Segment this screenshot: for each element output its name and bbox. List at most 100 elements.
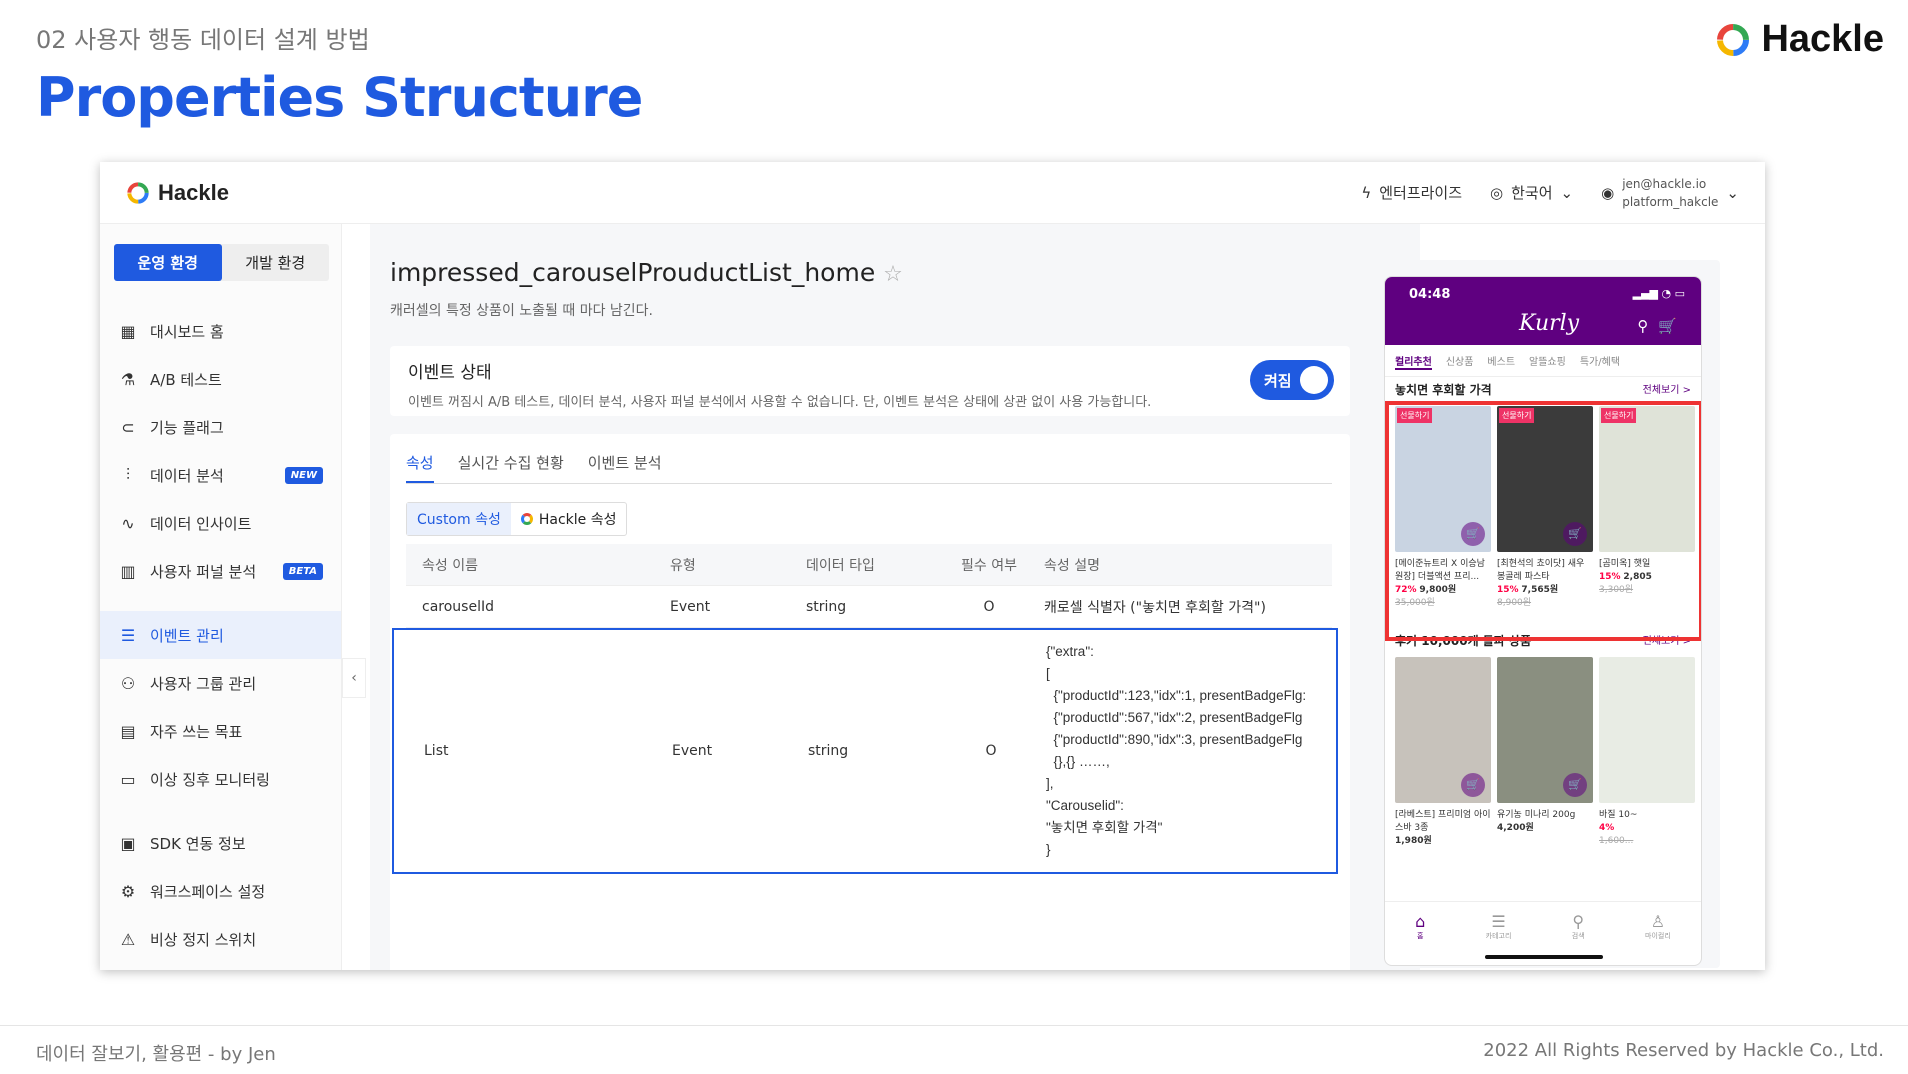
sidebar-item[interactable]: ☰ 이벤트 관리 — [100, 611, 341, 659]
sidebar-item-label: 사용자 그룹 관리 — [150, 674, 257, 693]
lightning-icon: ϟ — [1361, 183, 1372, 202]
sidebar-item-label: 비상 정지 스위치 — [150, 930, 257, 949]
product-card[interactable]: 선물하기 🛒 [최현석의 쵸이닷] 새우 봉골레 파스타 15% 7,565원 8,90… — [1497, 406, 1593, 610]
phone-tab[interactable]: 베스트 — [1487, 353, 1515, 370]
account-email: jen@hackle.io — [1622, 176, 1707, 191]
globe-icon: ◎ — [1490, 183, 1504, 202]
phone-nav-item[interactable]: ⚲ 검색 — [1572, 912, 1585, 941]
env-dev-button[interactable]: 개발 환경 — [222, 244, 330, 281]
sidebar-item-label: 자주 쓰는 목표 — [150, 722, 243, 741]
sidebar-item[interactable]: ▦ 대시보드 홈 — [100, 307, 341, 355]
sidebar-item[interactable]: ▭ 이상 징후 모니터링 — [100, 755, 341, 803]
enterprise-link[interactable]: ϟ 엔터프라이즈 — [1361, 182, 1462, 203]
sidebar-item-label: 데이터 인사이트 — [150, 514, 252, 533]
phone-preview: 04:48 ▂▄▆ ◔ ▭ Kurly ⚲🛒 컬리추천 신상품 베스트 알뜰쇼핑 특가/… — [1384, 276, 1702, 966]
product-discount: 72% — [1395, 585, 1417, 595]
section-more-link[interactable]: 전체보기 > — [1643, 381, 1691, 398]
phone-tab[interactable]: 컬리추천 — [1395, 353, 1432, 370]
cart-icon[interactable]: 🛒 — [1563, 773, 1587, 797]
product-discount: 4% — [1599, 823, 1615, 833]
chevron-down-icon: ⌄ — [1560, 183, 1574, 202]
gear-icon: ⚙ — [120, 881, 136, 901]
custom-properties-button[interactable]: Custom 속성 — [407, 503, 511, 535]
location-cart-icons: ⚲🛒 — [1637, 317, 1687, 335]
kurly-logo: Kurly — [1519, 311, 1580, 336]
sidebar-collapse-button[interactable]: ‹ — [342, 658, 366, 698]
properties-tab[interactable]: 속성 — [406, 452, 434, 483]
section-title: 후기 10,000개 돌파 상품 — [1395, 634, 1532, 648]
section-title: 놓치면 후회할 가격 — [1395, 383, 1492, 397]
monitor-icon: ▭ — [120, 769, 136, 789]
app-logo[interactable]: Hackle — [126, 180, 229, 206]
sidebar-item[interactable]: ▣ SDK 연동 정보 — [100, 819, 341, 867]
section-more-link[interactable]: 전체보기 > — [1643, 632, 1691, 649]
app-topbar: Hackle ϟ 엔터프라이즈 ◎ 한국어 ⌄ ◉ jen@hackle.io platf… — [100, 162, 1765, 224]
sidebar-item[interactable]: ⚠ 비상 정지 스위치 — [100, 915, 341, 963]
phone-tab[interactable]: 특가/혜택 — [1580, 353, 1620, 370]
cart-icon[interactable]: 🛒 — [1563, 522, 1587, 546]
phone-tab[interactable]: 알뜰쇼핑 — [1529, 353, 1566, 370]
event-status-desc: 이벤트 꺼짐시 A/B 테스트, 데이터 분석, 사용자 퍼널 분석에서 사용할… — [408, 395, 1152, 410]
toggle-label: 켜짐 — [1264, 371, 1292, 390]
product-card[interactable]: 🛒 [라베스트] 프리미엄 아이스바 3종 1,980원 — [1395, 657, 1491, 848]
chevron-left-icon: ‹ — [351, 670, 357, 686]
user-icon: ♙ — [1650, 912, 1666, 931]
product-discount: 15% — [1599, 572, 1621, 582]
slide: 02 사용자 행동 데이터 설계 방법 Properties Structure… — [0, 0, 1908, 1074]
header-required: 필수 여부 — [961, 557, 1017, 574]
sidebar-item-label: 기능 플래그 — [150, 418, 224, 437]
sidebar-item[interactable]: ∿ 데이터 인사이트 — [100, 499, 341, 547]
product-image — [1599, 657, 1695, 803]
sidebar-item-label: A/B 테스트 — [150, 370, 222, 389]
cell-name: List — [424, 743, 449, 759]
sidebar-nav: ▦ 대시보드 홈 ⚗ A/B 테스트 ⊂ 기능 플래그 ⫶ 데이터 분석 NEW ∿ 데이터 인사이… — [100, 307, 341, 963]
gift-tag: 선물하기 — [1397, 408, 1433, 423]
sidebar-item[interactable]: ▥ 사용자 퍼널 분석 BETA — [100, 547, 341, 595]
phone-nav-item[interactable]: ☰ 카테고리 — [1486, 912, 1512, 941]
phone-nav-item[interactable]: ♙ 마이컬리 — [1645, 912, 1671, 941]
sidebar-item[interactable]: ⚙ 워크스페이스 설정 — [100, 867, 341, 915]
env-prod-button[interactable]: 운영 환경 — [114, 244, 222, 281]
menu-icon: ☰ — [1491, 912, 1506, 931]
property-type-segment: Custom 속성 Hackle 속성 — [406, 502, 628, 536]
cart-icon[interactable]: 🛒 — [1461, 773, 1485, 797]
hackle-properties-button[interactable]: Hackle 속성 — [511, 503, 627, 535]
phone-nav-label: 마이컬리 — [1645, 932, 1671, 940]
product-discount: 15% — [1497, 585, 1519, 595]
users-icon: ⚇ — [120, 673, 136, 693]
sidebar-item[interactable]: ⫶ 데이터 분석 NEW — [100, 451, 341, 499]
properties-tab[interactable]: 이벤트 분석 — [588, 452, 662, 483]
product-card[interactable]: 선물하기 [곰미옥] 햇일 15% 2,805 3,300원 — [1599, 406, 1695, 610]
account-menu[interactable]: ◉ jen@hackle.io platform_hakcle ⌄ — [1601, 175, 1739, 211]
product-card[interactable]: 바질 10~ 4% 1,600... — [1599, 657, 1695, 848]
home-indicator — [1485, 955, 1603, 959]
product-name: [최현석의 쵸이닷] 새우 봉골레 파스타 — [1497, 559, 1585, 582]
properties-tabs: 속성 실시간 수집 현황 이벤트 분석 — [406, 452, 1332, 484]
product-name: [곰미옥] 햇일 — [1599, 559, 1651, 569]
home-icon: ⌂ — [1415, 912, 1426, 931]
sidebar-item[interactable]: ⚇ 사용자 그룹 관리 — [100, 659, 341, 707]
properties-tab[interactable]: 실시간 수집 현황 — [458, 452, 564, 483]
product-price: 1,980원 — [1395, 836, 1432, 846]
phone-nav-item[interactable]: ⌂ 홈 — [1415, 912, 1425, 941]
cell-required: O — [985, 743, 997, 759]
phone-tab[interactable]: 신상품 — [1446, 353, 1474, 370]
star-icon[interactable]: ☆ — [883, 262, 903, 287]
table-row[interactable]: carouselId Event string O 캐로셀 식별자 ("놓치면 … — [406, 586, 1332, 628]
cart-icon[interactable]: 🛒 — [1461, 522, 1485, 546]
language-select[interactable]: ◎ 한국어 ⌄ — [1490, 182, 1573, 203]
sidebar-item[interactable]: ⊂ 기능 플래그 — [100, 403, 341, 451]
nav-badge: NEW — [284, 466, 323, 484]
properties-table: 속성 이름 유형 데이터 타입 필수 여부 속성 설명 carouselId E… — [392, 544, 1338, 874]
sidebar-item[interactable]: ⚗ A/B 테스트 — [100, 355, 341, 403]
product-card[interactable]: 🛒 유기농 미나리 200g 4,200원 — [1497, 657, 1593, 848]
gift-tag: 선물하기 — [1499, 408, 1535, 423]
event-status-toggle[interactable]: 켜짐 — [1250, 360, 1334, 400]
table-row-highlighted[interactable]: List Event string O {"extra": [ {"produc… — [392, 628, 1338, 874]
product-card[interactable]: 선물하기 🛒 [메이준뉴트리 X 이승남 원장] 더블액션 프리... 72% 9,8… — [1395, 406, 1491, 610]
sidebar-item-label: 대시보드 홈 — [150, 322, 224, 341]
event-status-card: 이벤트 상태 이벤트 꺼짐시 A/B 테스트, 데이터 분석, 사용자 퍼널 분… — [390, 346, 1350, 416]
phone-tabs: 컬리추천 신상품 베스트 알뜰쇼핑 특가/혜택 — [1385, 345, 1701, 377]
header-name: 속성 이름 — [422, 557, 478, 574]
sidebar-item[interactable]: ▤ 자주 쓰는 목표 — [100, 707, 341, 755]
